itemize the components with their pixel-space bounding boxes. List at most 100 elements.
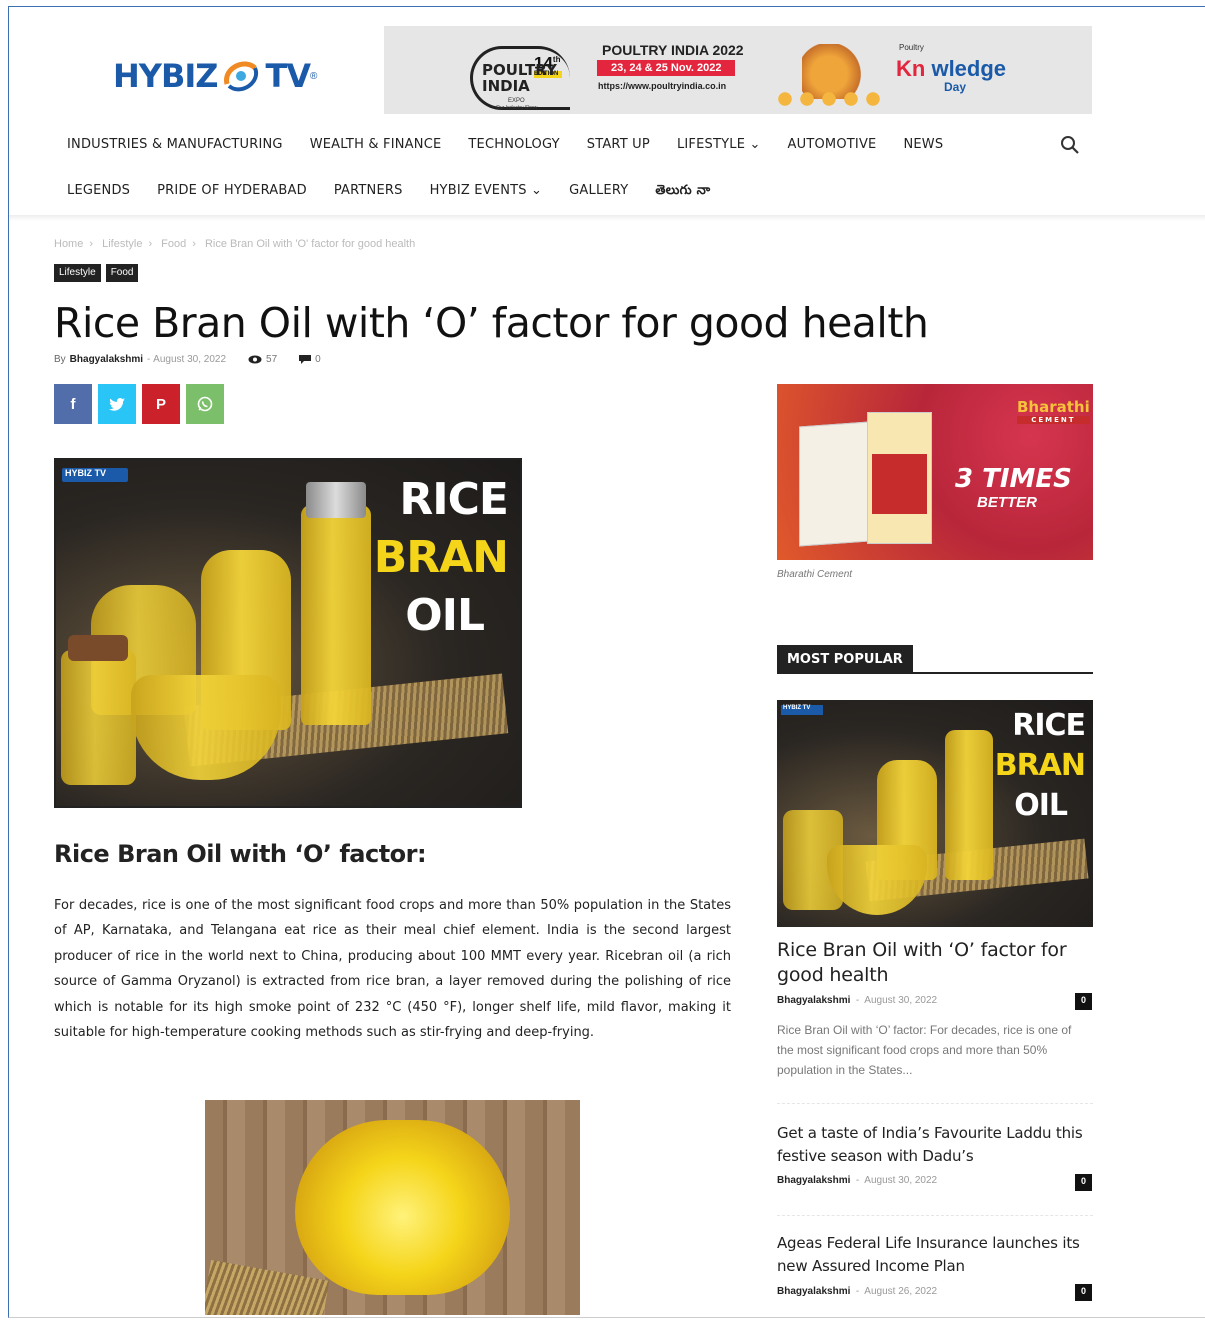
eye-icon (248, 355, 262, 364)
nav-partners[interactable]: PARTNERS (334, 183, 403, 201)
cork-lid (68, 635, 128, 661)
meta-separator: - (147, 354, 151, 365)
nav-startup[interactable]: START UP (587, 137, 650, 152)
poultry-india-banner-ad[interactable]: 14th EDITION POULTRY INDIA EXPO Our Indu… (384, 26, 1092, 114)
browser-page: HYBIZ TV ® 14th EDITION POULTRY INDIA EX… (8, 6, 1205, 1318)
meta-comments[interactable]: 0 (299, 354, 321, 365)
nav-telugu[interactable]: తెలుగు నా (655, 183, 710, 201)
whatsapp-icon (197, 396, 213, 412)
share-twitter-button[interactable] (98, 384, 136, 424)
knowledge-day-logo: Kn wledge (896, 56, 1007, 81)
nav-pride-hyderabad[interactable]: PRIDE OF HYDERABAD (157, 183, 307, 201)
crumb-home[interactable]: Home (54, 238, 83, 250)
logo-registered: ® (310, 70, 318, 82)
share-pinterest-button[interactable]: P (142, 384, 180, 424)
hero-watermark-logo: HYBIZ TV (62, 468, 128, 482)
banner-dates: 23, 24 & 25 Nov. 2022 (597, 60, 736, 76)
popular-post-1-meta: Bhagyalakshmi - August 30, 2022 (777, 995, 938, 1006)
thumb-watermark-logo: HYBIZ TV (781, 705, 823, 715)
poultry-expo: EXPO (508, 98, 525, 104)
article-hero-image: HYBIZ TV RICE BRAN OIL (54, 458, 522, 808)
logo-hybiz-text: HYBIZ (113, 57, 218, 95)
crumb-lifestyle[interactable]: Lifestyle (102, 238, 142, 250)
ad-brand: Bharathi CEMENT (1017, 398, 1090, 424)
poultry-tagline: Our Industry Show (496, 105, 538, 111)
nav-news[interactable]: NEWS (903, 137, 943, 152)
share-facebook-button[interactable]: f (54, 384, 92, 424)
thumb-bottle-2 (945, 730, 993, 880)
poultry-logo-text: POULTRY INDIA (482, 61, 557, 95)
thumb-text-bran: BRAN (994, 748, 1086, 783)
crumb-food[interactable]: Food (161, 238, 186, 250)
most-popular-header: MOST POPULAR (777, 645, 1093, 674)
meta-date: August 30, 2022 (153, 354, 227, 365)
nav-automotive[interactable]: AUTOMOTIVE (788, 137, 877, 152)
pinterest-icon: P (155, 395, 166, 413)
thumb-text-oil: OIL (1014, 788, 1068, 823)
bottle-2 (301, 505, 371, 725)
article-subheading: Rice Bran Oil with ‘O’ factor: (54, 840, 427, 868)
site-logo[interactable]: HYBIZ TV ® (113, 41, 343, 111)
post-separator (777, 1103, 1093, 1104)
facebook-icon: f (70, 395, 76, 413)
thumb-text-rice: RICE (1012, 708, 1086, 743)
meta-author[interactable]: Bhagyalakshmi (70, 354, 143, 365)
ad-caption: Bharathi Cement (777, 569, 853, 580)
popular-post-1-excerpt: Rice Bran Oil with ‘O’ factor: For decad… (777, 1023, 1072, 1077)
category-tags: Lifestyle Food (54, 264, 139, 282)
ad-3-times: 3 TIMES (955, 464, 1072, 494)
popular-post-3-title[interactable]: Ageas Federal Life Insurance launches it… (777, 1232, 1093, 1278)
nav-technology[interactable]: TECHNOLOGY (468, 137, 559, 152)
popular-post-2-title[interactable]: Get a taste of India’s Favourite Laddu t… (777, 1122, 1093, 1168)
hero-text-rice: RICE (399, 474, 509, 525)
header-divider (9, 215, 1205, 221)
logo-tv-text: TV (265, 57, 311, 95)
popular-post-1-comment-count[interactable]: 0 (1075, 993, 1092, 1010)
logo-swirl-icon (219, 54, 263, 98)
nav-legends[interactable]: LEGENDS (67, 183, 130, 201)
comments-count: 0 (315, 354, 321, 365)
nav-industries[interactable]: INDUSTRIES & MANUFACTURING (67, 137, 283, 152)
banner-url: https://www.poultryindia.co.in (598, 81, 727, 91)
popular-post-3-comment-count[interactable]: 0 (1075, 1284, 1092, 1301)
article-title: Rice Bran Oil with ‘O’ factor for good h… (54, 299, 929, 347)
crumb-current: Rice Bran Oil with 'O' factor for good h… (204, 238, 416, 250)
nav-lifestyle[interactable]: LIFESTYLE ⌄ (677, 137, 761, 152)
hero-text-oil: OIL (405, 590, 485, 641)
meta-views: 57 (248, 354, 277, 365)
main-nav-row-2: LEGENDS PRIDE OF HYDERABAD PARTNERS HYBI… (67, 183, 737, 201)
share-buttons: f P (54, 384, 224, 424)
hero-text-bran: BRAN (373, 532, 509, 583)
knowledge-day-day: Day (944, 80, 967, 94)
article-body-paragraph: For decades, rice is one of the most sig… (54, 898, 731, 1041)
cement-bag-label (872, 454, 927, 514)
popular-post-1-title[interactable]: Rice Bran Oil with ‘O’ factor for good h… (777, 938, 1077, 988)
share-whatsapp-button[interactable] (186, 384, 224, 424)
popular-post-2-meta: Bhagyalakshmi - August 30, 2022 (777, 1175, 938, 1186)
twitter-icon (109, 397, 125, 411)
article-oil-jar-image (205, 1100, 580, 1315)
views-count: 57 (266, 354, 278, 365)
search-icon[interactable] (1059, 134, 1081, 156)
oil-jar (295, 1120, 510, 1295)
jar-2 (61, 650, 136, 785)
chicks-illustration (774, 90, 884, 108)
banner-title: POULTRY INDIA 2022 (602, 42, 744, 58)
breadcrumb: Home › Lifestyle › Food › Rice Bran Oil wit… (54, 238, 416, 250)
bottle-cap (306, 482, 366, 518)
popular-post-1-thumbnail[interactable]: HYBIZ TV RICE BRAN OIL (777, 700, 1093, 927)
meta-by: By (54, 354, 66, 365)
nav-hybiz-events[interactable]: HYBIZ EVENTS ⌄ (430, 183, 543, 201)
kd-poultry-small: Poultry (899, 43, 924, 52)
comment-icon (299, 355, 312, 364)
tag-lifestyle[interactable]: Lifestyle (54, 264, 101, 282)
bharathi-cement-ad[interactable]: Bharathi CEMENT 3 TIMES BETTER (777, 384, 1093, 560)
glass-bowl (131, 675, 281, 780)
seeds (205, 1260, 330, 1315)
article-meta: By Bhagyalakshmi - August 30, 2022 57 0 (54, 354, 321, 365)
nav-gallery[interactable]: GALLERY (569, 183, 628, 201)
tag-food[interactable]: Food (105, 264, 139, 282)
nav-wealth-finance[interactable]: WEALTH & FINANCE (310, 137, 442, 152)
popular-post-3-meta: Bhagyalakshmi - August 26, 2022 (777, 1286, 938, 1297)
popular-post-2-comment-count[interactable]: 0 (1075, 1174, 1092, 1191)
